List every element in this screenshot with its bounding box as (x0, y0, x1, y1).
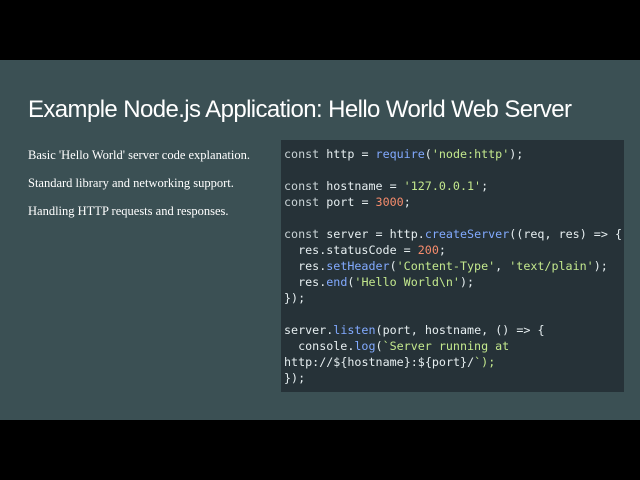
code-line: const hostname = '127.0.0.1'; (284, 179, 489, 193)
code-line: res.statusCode = 200; (298, 243, 446, 257)
code-line: http://${hostname}:${port}/`); (284, 355, 496, 369)
code-line: server.listen(port, hostname, () => { (284, 323, 545, 337)
bullet-item: Standard library and networking support. (28, 176, 234, 190)
code-line: const port = 3000; (284, 195, 411, 209)
slide: Example Node.js Application: Hello World… (0, 60, 640, 420)
bullet-item: Handling HTTP requests and responses. (28, 204, 229, 218)
bullet-list: Basic 'Hello World' server code explanat… (28, 148, 250, 232)
code-line: const http = require('node:http'); (284, 147, 524, 161)
code-line: res.setHeader('Content-Type', 'text/plai… (298, 259, 608, 273)
code-line: const server = http.createServer((req, r… (284, 227, 622, 241)
code-line: }); (284, 291, 306, 305)
code-line: console.log(`Server running at (298, 339, 510, 353)
code-line: res.end('Hello World\n'); (298, 275, 475, 289)
code-text: const http = require('node:http'); const… (284, 146, 624, 386)
code-block: const http = require('node:http'); const… (281, 140, 624, 392)
code-line: }); (284, 371, 306, 385)
slide-title: Example Node.js Application: Hello World… (28, 96, 572, 123)
bullet-item: Basic 'Hello World' server code explanat… (28, 148, 250, 162)
